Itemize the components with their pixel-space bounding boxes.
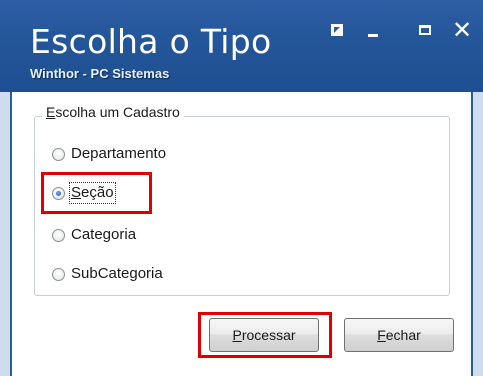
minimize-button[interactable] xyxy=(360,18,386,42)
minimize-icon xyxy=(368,33,378,37)
maximize-button[interactable] xyxy=(412,18,438,42)
radio-button-icon[interactable] xyxy=(52,267,65,281)
radio-button-icon[interactable] xyxy=(52,147,65,161)
radio-categoria[interactable]: Categoria xyxy=(52,226,136,244)
radio-subcategoria[interactable]: SubCategoria xyxy=(52,265,163,283)
maximize-icon xyxy=(419,25,431,35)
window-subtitle: Winthor - PC Sistemas xyxy=(30,66,170,81)
fechar-button[interactable]: Fechar xyxy=(344,318,454,352)
dialog-window: Escolha o Tipo Winthor - PC Sistemas ✕ E… xyxy=(0,0,483,376)
radio-button-icon[interactable] xyxy=(52,228,65,242)
highlight-box-processar xyxy=(198,312,332,358)
restore-button[interactable] xyxy=(324,18,350,42)
radio-label-departamento: Departamento xyxy=(71,145,167,162)
radio-label-categoria: Categoria xyxy=(71,226,137,243)
title-bar[interactable]: Escolha o Tipo Winthor - PC Sistemas ✕ xyxy=(0,0,483,92)
close-icon: ✕ xyxy=(451,16,473,44)
left-frame-edge xyxy=(0,92,10,376)
close-button[interactable]: ✕ xyxy=(449,18,475,42)
restore-icon xyxy=(331,24,343,36)
group-legend: Escolha um Cadastro xyxy=(42,104,184,120)
highlight-box-secao xyxy=(41,172,152,214)
radio-label-subcategoria: SubCategoria xyxy=(71,265,163,282)
fechar-mnemonic: F xyxy=(377,327,386,343)
right-frame-edge xyxy=(473,92,483,376)
legend-mnemonic: E xyxy=(46,104,56,120)
legend-text: scolha um Cadastro xyxy=(55,104,180,120)
radio-departamento[interactable]: Departamento xyxy=(52,145,166,163)
window-title: Escolha o Tipo xyxy=(30,22,272,61)
fechar-label: echar xyxy=(385,327,421,343)
